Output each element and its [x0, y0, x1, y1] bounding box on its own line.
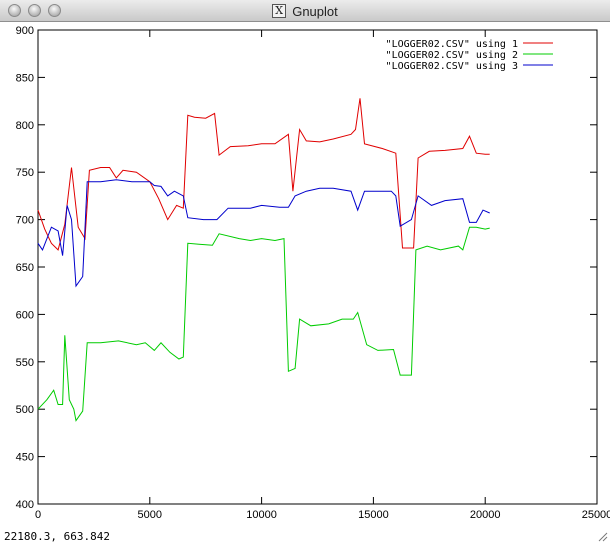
y-tick-label: 450 [16, 452, 34, 464]
x-tick-label: 0 [35, 509, 41, 521]
plot-frame [37, 29, 598, 505]
y-tick-label: 800 [16, 120, 34, 132]
legend-entry-label: "LOGGER02.CSV" using 3 [386, 61, 518, 72]
legend-entry-label: "LOGGER02.CSV" using 2 [386, 50, 518, 61]
x-tick-label: 20000 [470, 509, 501, 521]
y-tick-label: 400 [16, 499, 34, 511]
y-tick-label: 900 [16, 25, 34, 37]
window-titlebar[interactable]: X Gnuplot [0, 0, 610, 22]
resize-grip-icon[interactable] [596, 530, 608, 542]
window-title-group: X Gnuplot [0, 0, 610, 22]
axis-ticks: 400 450 500 550 600 650 700 750 800 850 900 0 5000 10… [16, 25, 610, 521]
y-tick-label: 750 [16, 167, 34, 179]
x-tick-label: 10000 [246, 509, 277, 521]
y-tick-label: 850 [16, 72, 34, 84]
legend: "LOGGER02.CSV" using 1"LOGGER02.CSV" usi… [386, 39, 553, 72]
x-tick-label: 5000 [138, 509, 162, 521]
x-tick-label: 15000 [358, 509, 389, 521]
gnuplot-chart[interactable]: 400 450 500 550 600 650 700 750 800 850 900 0 5000 10… [0, 22, 610, 530]
x11-icon: X [272, 4, 287, 18]
y-tick-label: 600 [16, 309, 34, 321]
y-tick-label: 500 [16, 404, 34, 416]
series-line-2 [37, 226, 490, 422]
y-tick-label: 550 [16, 357, 34, 369]
series-lines [37, 98, 490, 422]
x-tick-label: 25000 [582, 509, 610, 521]
y-tick-label: 700 [16, 215, 34, 227]
legend-entry-label: "LOGGER02.CSV" using 1 [386, 39, 518, 50]
window-title: Gnuplot [292, 3, 338, 19]
mouse-coordinates-readout: 22180.3, 663.842 [4, 530, 110, 543]
series-line-1 [37, 98, 490, 251]
y-tick-label: 650 [16, 262, 34, 274]
series-line-3 [37, 179, 490, 288]
